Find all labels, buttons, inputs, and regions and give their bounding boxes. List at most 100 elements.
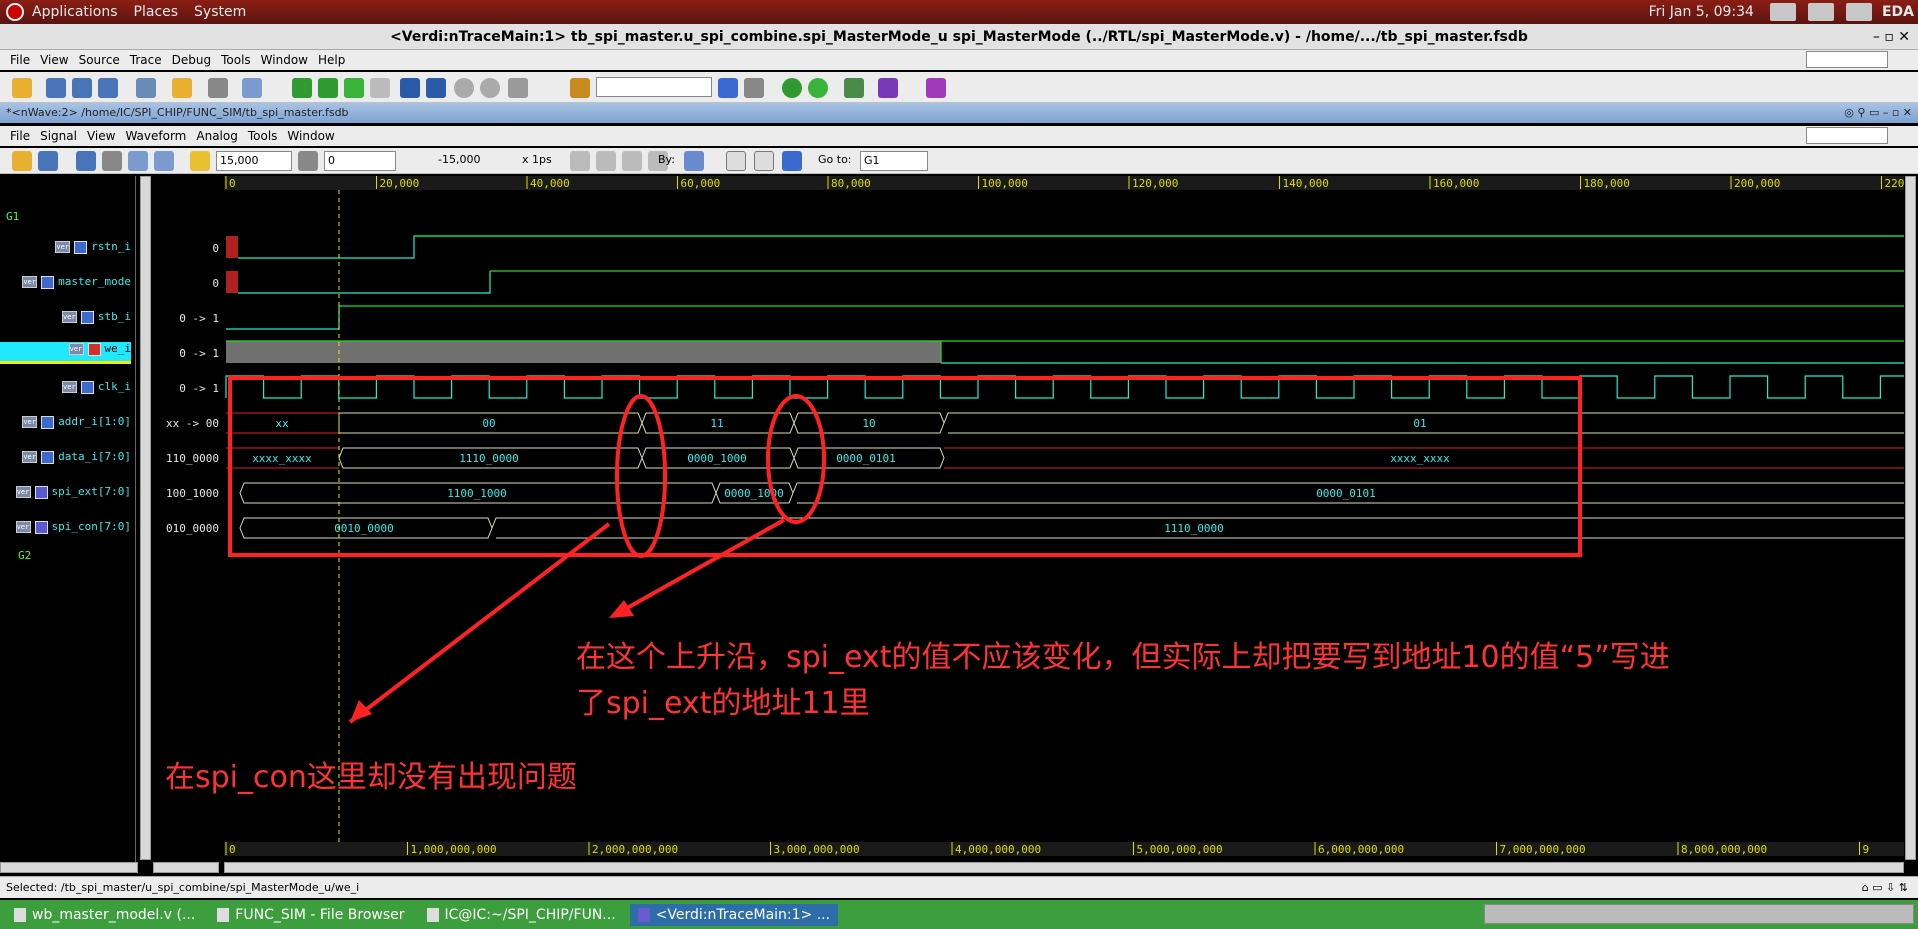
wave-stb_i[interactable] (226, 305, 1904, 330)
nwave-open-icon[interactable] (12, 151, 32, 171)
zoom-out-icon[interactable] (570, 151, 590, 171)
grid-icon[interactable] (508, 78, 528, 98)
signal-row-rstn_i[interactable]: ver rstn_i (55, 240, 131, 262)
goto-select[interactable]: G1 (860, 151, 928, 171)
signal-row-addr_i[interactable]: ver addr_i[1:0] (22, 415, 131, 437)
clock[interactable]: Fri Jan 5, 09:34 (1649, 4, 1754, 20)
cut-icon[interactable] (102, 151, 122, 171)
add-icon[interactable] (844, 78, 864, 98)
status-tools[interactable]: ⌂ ▭ ⇩ ⇅ (1862, 877, 1908, 899)
task-wb-master-model[interactable]: wb_master_model.v (... (6, 904, 203, 926)
select-icon[interactable] (136, 78, 156, 98)
tree-icon[interactable] (98, 78, 118, 98)
search-combo[interactable] (596, 77, 712, 97)
zoom-in-icon[interactable] (596, 151, 616, 171)
top-ruler[interactable] (224, 176, 1904, 190)
copy-icon[interactable] (128, 151, 148, 171)
window-controls[interactable]: – ▫ ✕ (1873, 24, 1910, 50)
marker-time-field[interactable]: 0 (324, 151, 396, 171)
task-verdi[interactable]: <Verdi:nTraceMain:1> ... (629, 903, 839, 926)
edit-icon[interactable] (208, 78, 228, 98)
marker-icon[interactable] (298, 151, 318, 171)
cursor-time-field[interactable]: 15,000 (216, 151, 292, 171)
places-menu[interactable]: Places (134, 4, 179, 20)
zoom-icon[interactable] (400, 78, 420, 98)
document-icon[interactable] (242, 78, 262, 98)
circle-icon[interactable] (454, 78, 474, 98)
trace-load-icon[interactable] (318, 78, 338, 98)
nwave-menu-analog[interactable]: Analog (196, 129, 237, 143)
menu-view[interactable]: View (40, 53, 68, 67)
main-search-input[interactable] (1806, 51, 1888, 68)
open-folder-icon[interactable] (12, 78, 32, 98)
value-hscrollbar[interactable] (153, 862, 219, 873)
menu-help[interactable]: Help (318, 53, 345, 67)
eco-icon[interactable] (782, 78, 802, 98)
wave-hscrollbar[interactable] (224, 862, 1904, 873)
nwave-menu-waveform[interactable]: Waveform (125, 129, 186, 143)
signal-row-we_i-selected[interactable]: ver we_i (0, 342, 131, 364)
workspace-switcher[interactable] (1484, 904, 1914, 924)
nwave-search-input[interactable] (1806, 127, 1888, 144)
nwave-menu-tools[interactable]: Tools (248, 129, 278, 143)
menu-debug[interactable]: Debug (172, 53, 211, 67)
menu-trace[interactable]: Trace (130, 53, 162, 67)
menu-tools[interactable]: Tools (221, 53, 251, 67)
next-edge-icon[interactable] (754, 151, 774, 171)
signal-row-spi_ext[interactable]: ver spi_ext[7:0] (15, 485, 131, 507)
prev-edge-icon[interactable] (726, 151, 746, 171)
signal-row-stb_i[interactable]: ver stb_i (61, 310, 131, 332)
forward-arrow-icon[interactable] (370, 78, 390, 98)
trace-driver-icon[interactable] (292, 78, 312, 98)
back-arrow-icon[interactable] (344, 78, 364, 98)
redhat-logo-icon[interactable] (6, 3, 24, 21)
signal-row-spi_con[interactable]: ver spi_con[7:0] (15, 520, 131, 542)
menu-source[interactable]: Source (79, 53, 120, 67)
nwave-menu-file[interactable]: File (10, 129, 30, 143)
refresh-icon[interactable] (808, 78, 828, 98)
hierarchy2-icon[interactable] (72, 78, 92, 98)
nwave-menu-view[interactable]: View (87, 129, 115, 143)
wave-vertical-scrollbar[interactable] (1905, 176, 1916, 860)
wave-master_mode[interactable] (226, 270, 1904, 294)
next-icon[interactable] (426, 78, 446, 98)
applications-menu[interactable]: Applications (32, 4, 118, 20)
undo-icon[interactable] (76, 151, 96, 171)
nwave-window-controls[interactable]: ◎ ⚲ ▭ – ▫ ✕ (1844, 103, 1912, 123)
layout-icon[interactable] (926, 78, 946, 98)
zoom-fit-icon[interactable] (622, 151, 642, 171)
annotate-icon[interactable] (782, 151, 802, 171)
paste-icon[interactable] (154, 151, 174, 171)
user-name[interactable]: EDA (1882, 4, 1914, 20)
network-icon[interactable] (1769, 3, 1796, 21)
hierarchy-icon[interactable] (46, 78, 66, 98)
group-g2[interactable]: G2 (18, 549, 31, 571)
monitor-icon[interactable] (1845, 3, 1872, 21)
cursor-icon[interactable] (190, 151, 210, 171)
folder-icon[interactable] (172, 78, 192, 98)
search-by-icon[interactable] (684, 151, 704, 171)
wave-spi_con[interactable] (239, 517, 1904, 539)
wave-we_i[interactable] (226, 340, 1904, 364)
nwave-menu-window[interactable]: Window (287, 129, 334, 143)
task-terminal[interactable]: IC@IC:~/SPI_CHIP/FUN... (419, 904, 624, 926)
wave-icon[interactable] (878, 78, 898, 98)
signal-row-master_mode[interactable]: ver master_mode (22, 275, 131, 297)
name-hscrollbar[interactable] (0, 862, 138, 873)
task-file-browser[interactable]: FUNC_SIM - File Browser (209, 904, 412, 926)
volume-icon[interactable] (1807, 3, 1834, 21)
system-menu[interactable]: System (194, 4, 246, 20)
name-pane-scrollbar[interactable] (140, 176, 151, 860)
menu-window[interactable]: Window (261, 53, 308, 67)
menu-file[interactable]: File (10, 53, 30, 67)
signal-row-clk_i[interactable]: ver clk_i (61, 380, 131, 402)
group-g1[interactable]: G1 (6, 210, 19, 232)
nwave-reload-icon[interactable] (38, 151, 58, 171)
nwave-menu-signal[interactable]: Signal (40, 129, 77, 143)
find-next-icon[interactable] (744, 78, 764, 98)
wave-addr_i[interactable] (226, 412, 1904, 434)
lock-icon[interactable] (570, 78, 590, 98)
circle2-icon[interactable] (480, 78, 500, 98)
find-icon[interactable] (718, 78, 738, 98)
wave-rstn_i[interactable] (226, 235, 1904, 259)
